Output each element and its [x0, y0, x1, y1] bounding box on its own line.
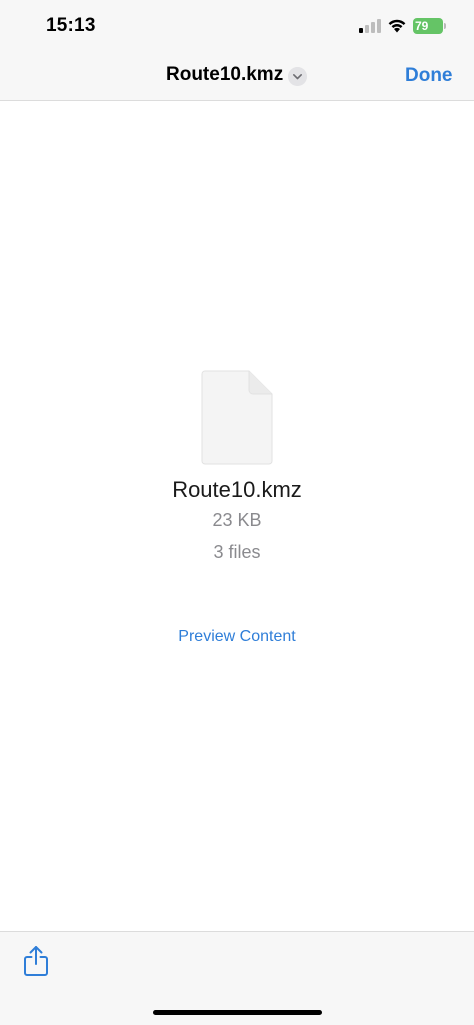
- blank-document-icon: [201, 370, 273, 465]
- home-indicator[interactable]: [153, 1010, 322, 1015]
- cellular-signal-icon: [359, 19, 381, 33]
- battery-indicator: 79: [413, 18, 443, 34]
- battery-level: 79: [415, 19, 429, 33]
- battery-cap: [444, 23, 446, 29]
- page-title[interactable]: Route10.kmz: [166, 64, 283, 86]
- status-time: 15:13: [46, 15, 96, 36]
- file-name: Route10.kmz: [172, 477, 302, 502]
- done-button[interactable]: Done: [405, 65, 453, 87]
- wifi-icon: [388, 19, 406, 33]
- chevron-down-icon[interactable]: [288, 67, 307, 86]
- top-bar: 15:13 79 Route10.kmz Done: [0, 0, 474, 101]
- preview-content-container: Preview Content: [0, 628, 474, 646]
- file-size: 23 KB: [212, 510, 262, 530]
- preview-content-button[interactable]: Preview Content: [178, 628, 295, 645]
- file-count: 3 files: [213, 542, 261, 562]
- share-icon[interactable]: [22, 945, 50, 977]
